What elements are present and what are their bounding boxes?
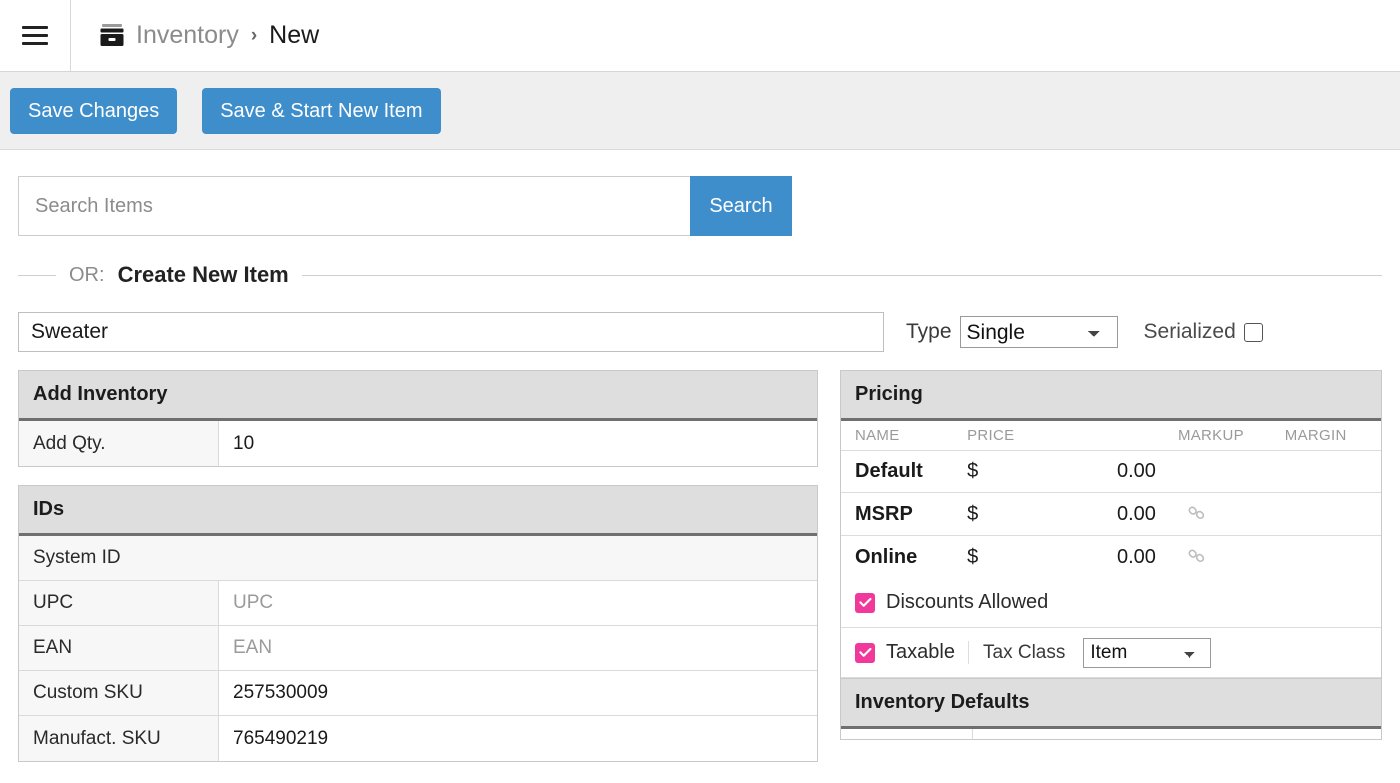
divider-or-label: OR:	[69, 263, 105, 286]
manufact-sku-input[interactable]: 765490219	[219, 716, 817, 761]
breadcrumb-separator-icon: ›	[250, 24, 258, 46]
pricing-title: Pricing	[841, 371, 1381, 421]
table-row: Online $ 0.00	[841, 536, 1381, 579]
discounts-allowed-field: Discounts Allowed	[841, 591, 1062, 614]
discounts-allowed-checkbox[interactable]	[855, 592, 875, 613]
tax-class-select[interactable]: Item	[1083, 637, 1212, 668]
inventory-defaults-title: Inventory Defaults	[841, 678, 1381, 729]
divider-title: Create New Item	[117, 262, 289, 287]
create-new-item-divider: OR: Create New Item	[18, 262, 1382, 288]
price-amount-input[interactable]: 0.00	[1017, 450, 1178, 493]
serialized-label: Serialized	[1143, 320, 1236, 343]
upc-label: UPC	[19, 581, 219, 625]
chain-link-icon[interactable]	[1186, 545, 1208, 569]
taxable-field: Taxable	[841, 641, 969, 664]
upc-input[interactable]: UPC	[219, 581, 817, 625]
pricing-section: Pricing NAME PRICE MARKUP MARGIN Default…	[840, 370, 1382, 740]
right-column: Pricing NAME PRICE MARKUP MARGIN Default…	[840, 370, 1382, 758]
form-panels: Add Inventory Add Qty. 10 IDs System ID …	[18, 370, 1382, 780]
taxable-label: Taxable	[886, 641, 955, 663]
pricing-table: NAME PRICE MARKUP MARGIN Default $ 0.00	[841, 421, 1381, 578]
ids-section: IDs System ID UPC UPC EAN EAN Custom SKU…	[18, 485, 818, 762]
discounts-allowed-row: Discounts Allowed	[841, 578, 1381, 628]
save-and-start-new-item-button[interactable]: Save & Start New Item	[202, 87, 441, 134]
pricing-header-row: NAME PRICE MARKUP MARGIN	[841, 421, 1381, 451]
breadcrumb-root-link[interactable]: Inventory	[136, 21, 239, 50]
inventory-defaults-table-stub	[841, 729, 1381, 739]
hamburger-bar	[22, 42, 48, 45]
item-type-select[interactable]: Single	[959, 316, 1118, 348]
save-changes-button[interactable]: Save Changes	[10, 87, 178, 134]
top-bar: Inventory › New	[0, 0, 1400, 72]
table-row: MSRP $ 0.00	[841, 492, 1381, 536]
action-toolbar: Save Changes Save & Start New Item	[0, 72, 1400, 150]
breadcrumb: Inventory › New	[71, 21, 319, 50]
table-row: Add Qty. 10	[19, 421, 817, 466]
divider-line-right	[301, 274, 1382, 276]
hamburger-bar	[22, 34, 48, 37]
left-column: Add Inventory Add Qty. 10 IDs System ID …	[18, 370, 818, 780]
ids-title: IDs	[19, 486, 817, 536]
search-input[interactable]	[18, 176, 690, 236]
column-header-margin: MARGIN	[1284, 421, 1381, 451]
add-qty-label: Add Qty.	[19, 421, 219, 466]
column-header-markup: MARKUP	[1177, 421, 1285, 451]
search-button[interactable]: Search	[690, 176, 792, 236]
column-header-amount-spacer	[1017, 421, 1178, 451]
price-link-cell	[1177, 492, 1285, 536]
price-markup-value	[1284, 450, 1381, 493]
taxable-checkbox[interactable]	[855, 642, 875, 663]
divider-line-left	[18, 274, 56, 276]
table-row: UPC UPC	[19, 581, 817, 626]
manufact-sku-label: Manufact. SKU	[19, 716, 219, 761]
taxable-row: Taxable Tax Class Item	[841, 628, 1381, 678]
tax-class-field: Tax Class Item	[969, 637, 1225, 668]
tax-class-label: Tax Class	[983, 641, 1066, 663]
column-header-name: NAME	[841, 421, 968, 451]
inventory-defaults-value-column	[973, 729, 1381, 739]
hamburger-bar	[22, 26, 48, 29]
item-name-input[interactable]	[18, 312, 884, 352]
chain-link-icon[interactable]	[1186, 502, 1208, 526]
price-markup-value	[1285, 536, 1381, 579]
breadcrumb-current: New	[269, 21, 320, 49]
search-bar: Search	[18, 176, 792, 236]
ean-input[interactable]: EAN	[219, 626, 817, 670]
add-inventory-title: Add Inventory	[19, 371, 817, 421]
serialized-field: Serialized	[1144, 320, 1263, 344]
price-currency-symbol: $	[967, 492, 1018, 536]
column-header-price: PRICE	[967, 421, 1018, 451]
serialized-checkbox[interactable]	[1243, 322, 1263, 342]
price-amount-input[interactable]: 0.00	[1017, 492, 1178, 536]
price-markup-value	[1284, 492, 1381, 536]
table-row: Default $ 0.00	[841, 450, 1381, 493]
price-currency-symbol: $	[967, 450, 1018, 493]
price-link-cell	[1177, 450, 1285, 493]
price-amount-input[interactable]: 0.00	[1018, 536, 1178, 579]
system-id-row: System ID	[19, 536, 817, 581]
price-tier-name: Online	[855, 545, 918, 568]
table-row: EAN EAN	[19, 626, 817, 671]
type-label: Type	[906, 320, 952, 343]
discounts-allowed-label: Discounts Allowed	[886, 591, 1049, 613]
item-name-row: Type Single Serialized	[18, 312, 1400, 352]
inventory-archive-icon	[98, 23, 126, 49]
add-qty-input[interactable]: 10	[219, 421, 817, 466]
custom-sku-input[interactable]: 257530009	[219, 671, 817, 715]
price-link-cell	[1178, 536, 1285, 579]
table-row: Manufact. SKU 765490219	[19, 716, 817, 761]
price-tier-name: MSRP	[841, 492, 968, 536]
inventory-defaults-label-column	[841, 729, 973, 739]
price-tier-name: Default	[841, 450, 968, 493]
hamburger-menu-icon[interactable]	[0, 0, 71, 71]
table-row: Custom SKU 257530009	[19, 671, 817, 716]
ean-label: EAN	[19, 626, 219, 670]
custom-sku-label: Custom SKU	[19, 671, 219, 715]
add-inventory-section: Add Inventory Add Qty. 10	[18, 370, 818, 467]
price-currency-symbol: $	[967, 545, 979, 568]
